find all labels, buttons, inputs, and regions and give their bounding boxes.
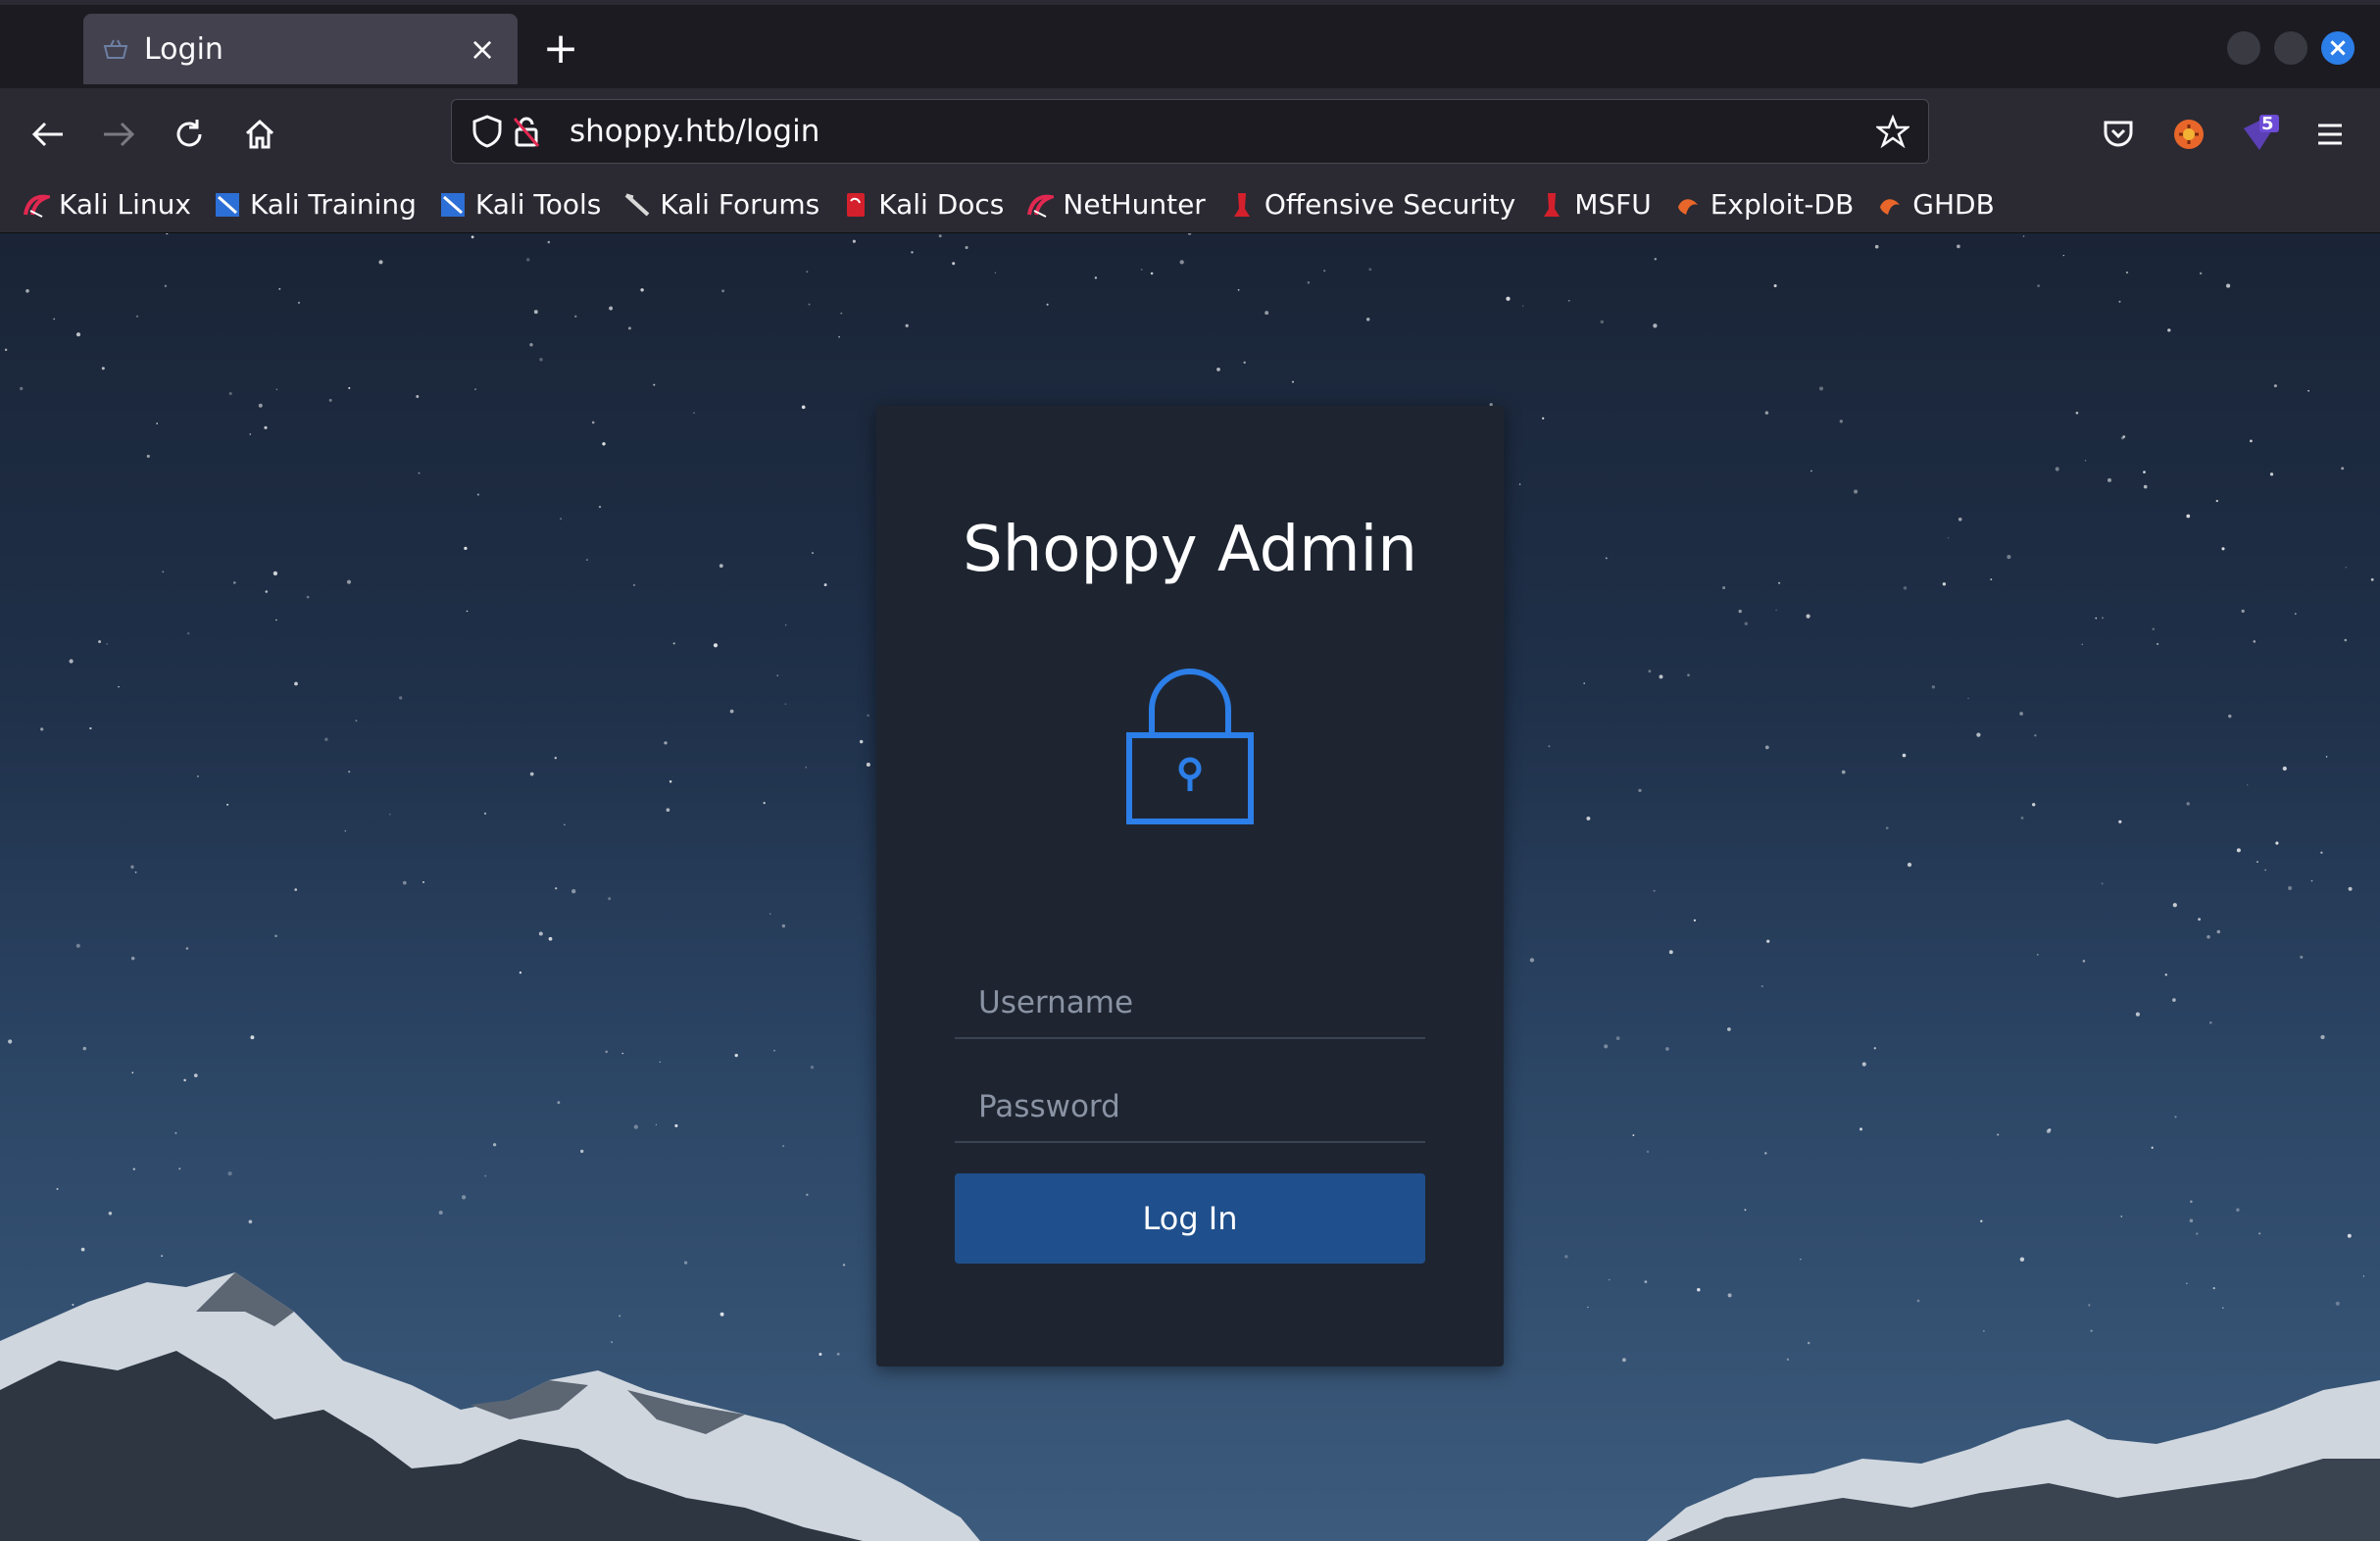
bookmark-exploit-db[interactable]: Exploit-DB [1673,188,1854,221]
bookmark-ghdb[interactable]: GHDB [1875,188,1995,221]
titlebar-edge [0,0,2380,5]
window-maximize-button[interactable] [2274,31,2307,65]
tracking-shield-icon[interactable] [468,112,507,151]
exploit-db-icon [1673,190,1703,220]
kali-training-icon [213,190,242,220]
bookmark-nethunter[interactable]: NetHunter [1025,188,1206,221]
forward-arrow-icon [104,122,135,147]
password-input[interactable] [955,1072,1425,1141]
pocket-button[interactable] [2094,110,2143,159]
login-button[interactable]: Log In [955,1173,1425,1264]
reload-icon [176,120,202,147]
back-arrow-icon [31,122,63,147]
kali-dragon-icon [22,190,51,220]
basket-icon [101,34,130,64]
padlock-icon [1126,669,1254,824]
bookmark-kali-linux[interactable]: Kali Linux [22,188,191,221]
login-card: Shoppy Admin Log In [876,406,1504,1367]
offsec-icon [1227,190,1257,220]
home-button[interactable] [235,110,284,159]
window-minimize-button[interactable] [2227,31,2260,65]
pocket-icon [2104,121,2133,147]
new-tab-button[interactable]: + [537,20,584,78]
extension-badge: 5 [2261,114,2274,134]
bookmark-star-icon[interactable] [1873,112,1912,151]
tab-close-icon[interactable]: × [465,30,500,68]
bookmark-kali-training[interactable]: Kali Training [213,188,417,221]
nethunter-icon [1025,190,1055,220]
username-input[interactable] [955,969,1425,1037]
bookmark-kali-docs[interactable]: Kali Docs [841,188,1004,221]
tab-login[interactable]: Login × [83,14,518,84]
bookmark-msfu[interactable]: MSFU [1537,188,1652,221]
bookmark-kali-tools[interactable]: Kali Tools [438,188,601,221]
username-field-wrapper [955,969,1425,1039]
ghdb-icon [1875,190,1905,220]
kali-forums-icon [622,190,652,220]
msfu-icon [1537,190,1566,220]
foxyproxy-button[interactable] [2164,110,2213,159]
extension-button[interactable]: 5 [2235,110,2284,159]
insecure-lock-icon[interactable] [507,112,546,151]
url-bar[interactable]: shoppy.htb/login [451,99,1929,164]
forward-button[interactable] [94,110,143,159]
url-text[interactable]: shoppy.htb/login [570,114,1873,149]
menu-button[interactable] [2306,110,2355,159]
tab-title: Login [144,31,223,67]
kali-tools-icon [438,190,468,220]
foxyproxy-icon [2174,120,2204,149]
window-close-button[interactable]: × [2321,31,2355,65]
bookmark-offensive-security[interactable]: Offensive Security [1227,188,1515,221]
bookmark-kali-forums[interactable]: Kali Forums [622,188,819,221]
bookmarks-toolbar: Kali Linux Kali Training Kali Tools Kali… [0,176,2380,233]
page-title: Shoppy Admin [963,514,1417,586]
kali-docs-icon [841,190,870,220]
hamburger-menu-icon [2318,124,2342,145]
home-icon [245,119,274,149]
password-field-wrapper [955,1072,1425,1143]
reload-button[interactable] [165,110,214,159]
back-button[interactable] [24,110,73,159]
browser-titlebar: Login × + × [0,0,2380,88]
page-content: Shoppy Admin Log In [0,233,2380,1541]
